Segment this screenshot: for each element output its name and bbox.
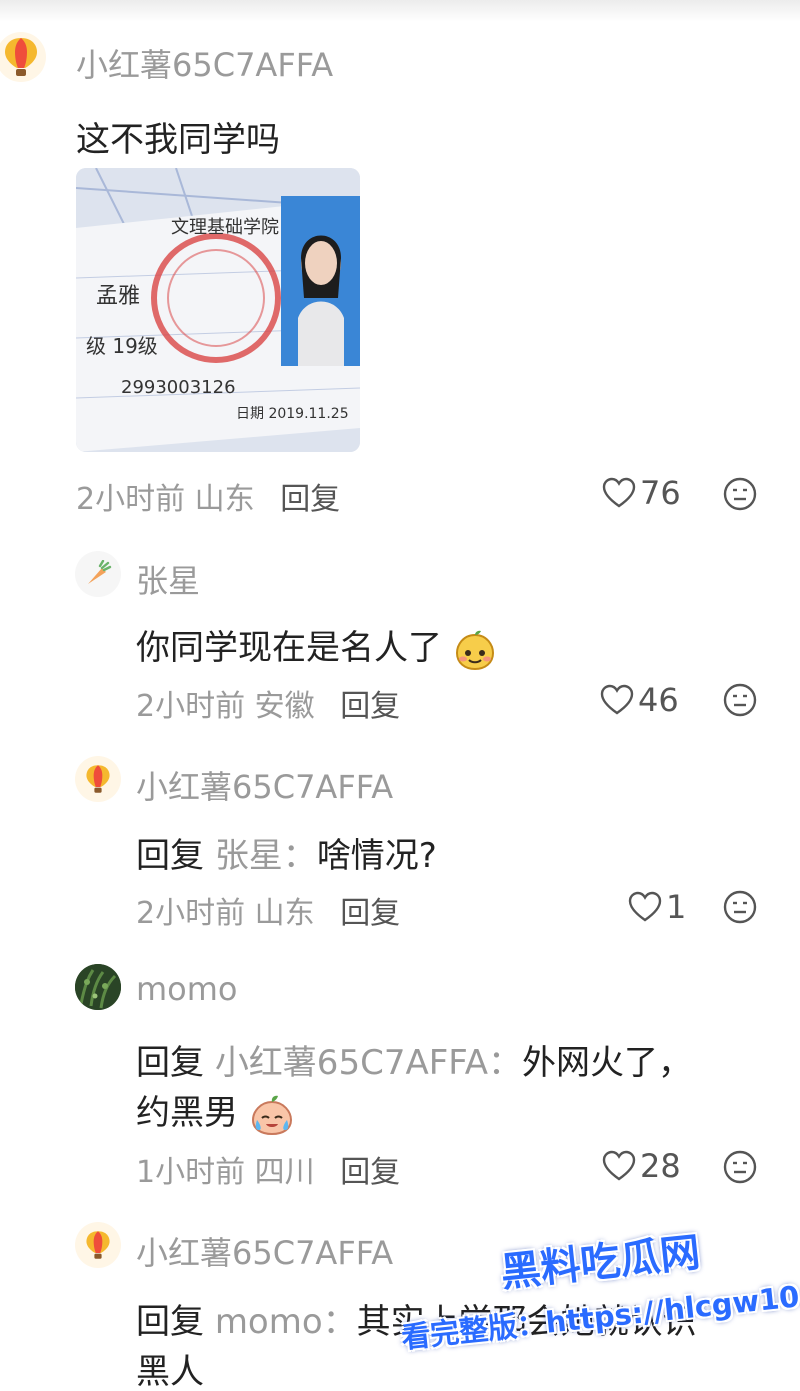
reply-target[interactable]: momo：: [215, 1302, 357, 1342]
avatar[interactable]: [75, 964, 121, 1010]
svg-text:级 19级: 级 19级: [86, 334, 158, 358]
avatar[interactable]: [0, 32, 46, 82]
comment-text-body: 黑人: [136, 1352, 204, 1391]
comment-time: 2小时前: [76, 482, 186, 517]
username[interactable]: 张星: [136, 556, 200, 602]
svg-text:2993003126: 2993003126: [121, 377, 236, 398]
reply-target[interactable]: 小红薯65C7AFFA：: [215, 1043, 522, 1083]
heart-icon: [600, 684, 634, 715]
reply-prefix: 回复: [136, 1043, 204, 1083]
reply-target[interactable]: 张星：: [215, 836, 317, 876]
svg-text:孟雅: 孟雅: [96, 284, 140, 309]
mango-face-emoji: [455, 630, 494, 670]
like-button[interactable]: 28: [602, 1147, 681, 1185]
dislike-icon[interactable]: [723, 683, 757, 717]
comment-location: 山东: [194, 482, 255, 517]
comment-text-body: 约黑男: [136, 1093, 238, 1133]
comment-text-body: 外网火了，: [521, 1043, 692, 1083]
comment-text-body: 啥情况?: [316, 836, 437, 876]
avatar[interactable]: [75, 551, 121, 597]
username[interactable]: 小红薯65C7AFFA: [136, 762, 393, 808]
comment-location: 山东: [254, 896, 315, 931]
watermark: 黑料吃瓜网 看完整版：https://hlcgw10.com: [390, 1230, 800, 1380]
comment-meta: 2小时前 山东 回复: [136, 888, 400, 932]
comment-meta: 1小时前 四川 回复: [136, 1147, 400, 1191]
comment-text: 你同学现在是名人了: [136, 620, 497, 671]
like-count: 46: [638, 681, 679, 719]
username[interactable]: 小红薯65C7AFFA: [76, 40, 333, 86]
comment-text-line2: 约黑男: [136, 1085, 295, 1136]
carrot-icon: [88, 560, 112, 584]
like-count: 1: [666, 888, 687, 926]
like-button[interactable]: 76: [602, 474, 681, 512]
green-plant-avatar: [75, 964, 121, 1010]
hot-air-balloon-icon: [86, 1231, 110, 1259]
heart-icon: [602, 1150, 636, 1181]
reply-button[interactable]: 回复: [340, 689, 400, 724]
heart-icon: [602, 477, 636, 508]
svg-text:日期 2019.11.25: 日期 2019.11.25: [236, 406, 349, 422]
comment-text-body: 你同学现在是名人了: [136, 628, 442, 668]
comment-location: 安徽: [254, 689, 315, 724]
reply-prefix: 回复: [136, 1302, 204, 1342]
comment-text-line2: 黑人: [136, 1344, 204, 1391]
heart-icon: [628, 891, 662, 922]
hot-air-balloon-icon: [86, 765, 110, 793]
comment-meta: 2小时前 安徽 回复: [136, 681, 400, 725]
svg-text:文理基础学院: 文理基础学院: [171, 217, 279, 238]
comment-text: 回复 张星：啥情况?: [136, 828, 437, 877]
hot-air-balloon-icon: [5, 38, 37, 76]
comment-text: 回复 小红薯65C7AFFA：外网火了，: [136, 1035, 692, 1084]
id-card-photo[interactable]: 文理基础学院 孟雅 级 19级 2993003126 日期 2019.11.25: [76, 168, 360, 452]
top-fade: [0, 0, 800, 22]
reply-prefix: 回复: [136, 836, 204, 876]
like-button[interactable]: 1: [628, 888, 686, 926]
comment-time: 2小时前: [136, 689, 246, 724]
crying-face-emoji: [251, 1095, 292, 1135]
avatar[interactable]: [75, 1222, 121, 1268]
comment-time: 1小时前: [136, 1155, 246, 1190]
reply-button[interactable]: 回复: [280, 482, 340, 517]
like-button[interactable]: 46: [600, 681, 679, 719]
like-count: 28: [640, 1147, 681, 1185]
comment-meta: 2小时前 山东 回复: [76, 474, 340, 518]
dislike-icon[interactable]: [723, 890, 757, 924]
username[interactable]: momo: [136, 970, 238, 1008]
comment-time: 2小时前: [136, 896, 246, 931]
avatar[interactable]: [75, 756, 121, 802]
username[interactable]: 小红薯65C7AFFA: [136, 1228, 393, 1274]
reply-button[interactable]: 回复: [340, 1155, 400, 1190]
reply-button[interactable]: 回复: [340, 896, 400, 931]
dislike-icon[interactable]: [723, 1150, 757, 1184]
comment-location: 四川: [254, 1155, 315, 1190]
comment-text: 这不我同学吗: [76, 120, 280, 160]
dislike-icon[interactable]: [723, 477, 757, 511]
like-count: 76: [640, 474, 681, 512]
